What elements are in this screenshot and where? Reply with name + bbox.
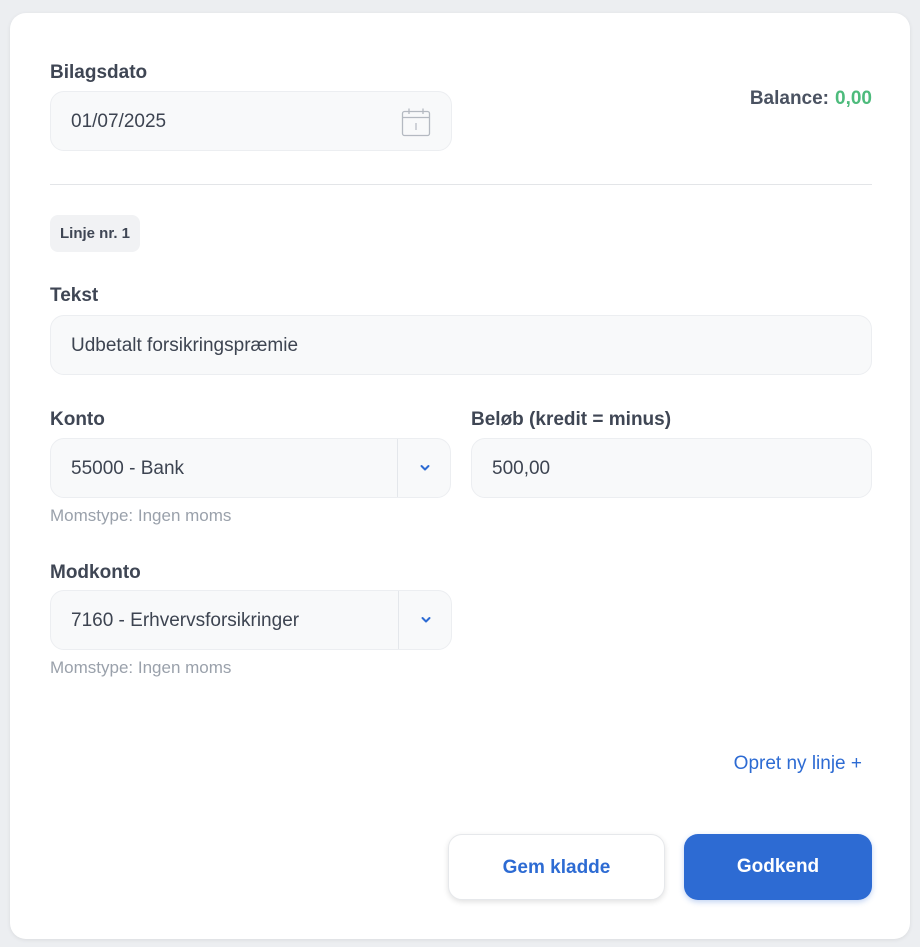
- balance-display: Balance: 0,00: [750, 88, 872, 110]
- counter-account-select-divider: [398, 591, 399, 649]
- account-select[interactable]: 55000 - Bank: [50, 438, 451, 498]
- counter-account-label: Modkonto: [50, 562, 141, 583]
- chevron-down-icon[interactable]: [419, 615, 433, 625]
- amount-value: 500,00: [492, 458, 551, 479]
- amount-input[interactable]: 500,00: [471, 438, 872, 498]
- voucher-date-value: 01/07/2025: [71, 111, 167, 132]
- voucher-date-input[interactable]: 01/07/2025: [50, 91, 452, 151]
- counter-account-vat-hint: Momstype: Ingen moms: [50, 658, 232, 677]
- save-draft-button[interactable]: Gem kladde: [448, 834, 665, 900]
- text-label: Tekst: [50, 285, 99, 306]
- calendar-icon[interactable]: [401, 107, 431, 137]
- amount-label: Beløb (kredit = minus): [471, 409, 672, 430]
- line-number-badge: Linje nr. 1: [50, 215, 141, 252]
- counter-account-value: 7160 - Erhvervsforsikringer: [71, 610, 300, 631]
- text-value: Udbetalt forsikringspræmie: [71, 335, 299, 356]
- add-line-link[interactable]: Opret ny linje +: [734, 753, 862, 775]
- approve-button[interactable]: Godkend: [684, 834, 872, 900]
- text-input[interactable]: Udbetalt forsikringspræmie: [50, 315, 872, 375]
- balance-label: Balance:: [749, 88, 830, 109]
- account-select-divider: [397, 439, 398, 497]
- voucher-card: Bilagsdato 01/07/2025 Balance: 0,00 Linje…: [10, 13, 910, 939]
- voucher-date-label: Bilagsdato: [50, 62, 148, 83]
- account-vat-hint: Momstype: Ingen moms: [50, 506, 232, 525]
- chevron-down-icon[interactable]: [418, 463, 432, 473]
- counter-account-select[interactable]: 7160 - Erhvervsforsikringer: [50, 590, 452, 650]
- account-label: Konto: [50, 409, 105, 430]
- section-divider: [50, 184, 872, 185]
- balance-value: 0,00: [835, 88, 872, 109]
- account-value: 55000 - Bank: [71, 458, 185, 479]
